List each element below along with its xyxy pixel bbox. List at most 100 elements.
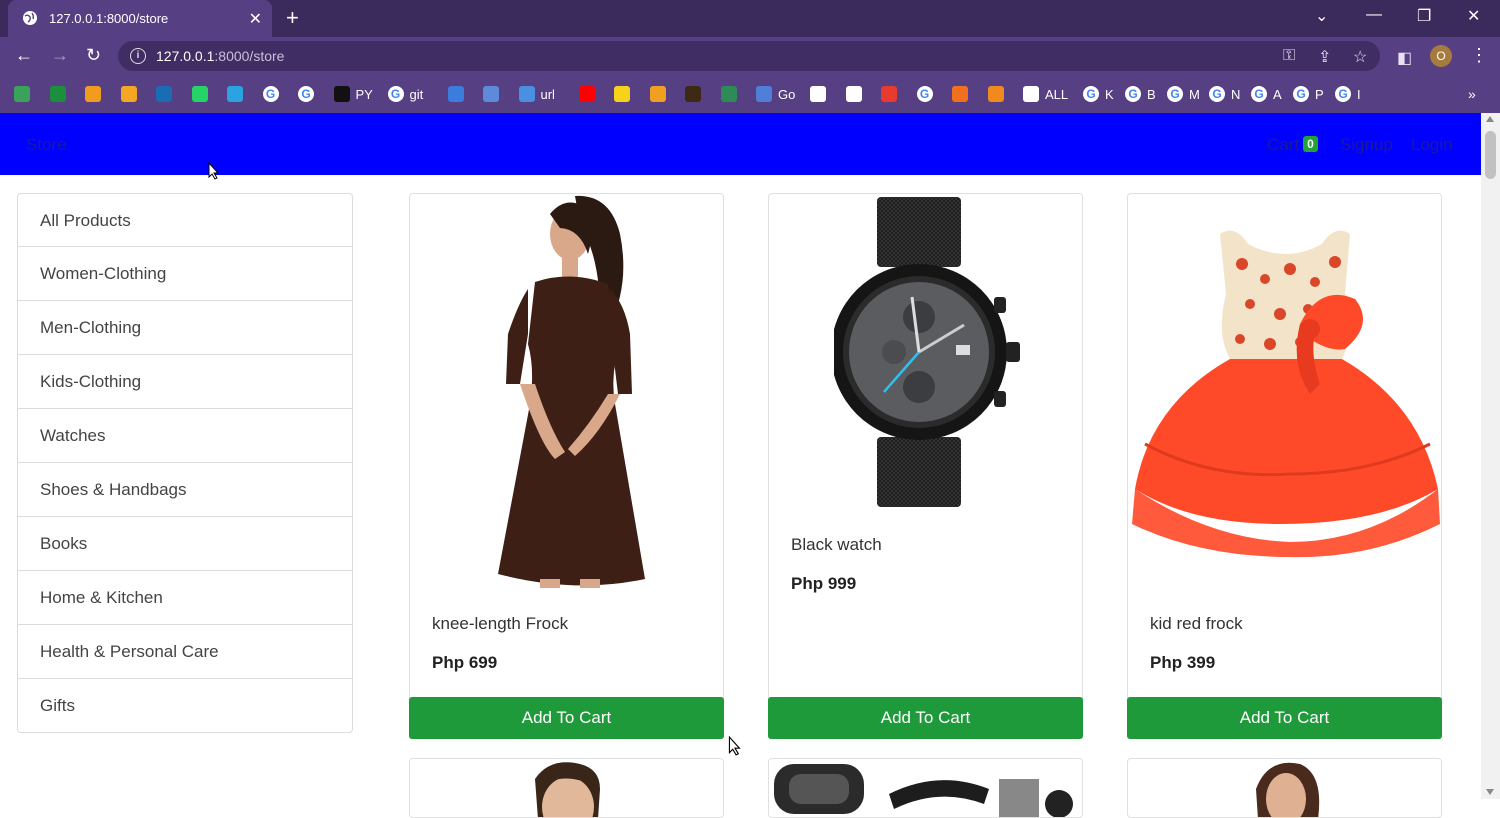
- browser-toolbar: ← → ↻ i 127.0.0.1:8000/store ⚿ ⇪ ☆ ◧ O ⋮: [0, 37, 1500, 75]
- bookmark-go[interactable]: Go: [756, 85, 795, 103]
- bookmark-plus-app[interactable]: [49, 85, 66, 103]
- bookmark-blue-doc[interactable]: [447, 85, 464, 103]
- bookmark-crown[interactable]: [685, 85, 701, 103]
- video-icon: [649, 86, 666, 102]
- bookmark-google[interactable]: G: [916, 85, 933, 103]
- bookmark-video[interactable]: [649, 85, 666, 103]
- google-icon: G: [1335, 86, 1351, 102]
- tab-search-icon[interactable]: ⌄: [1315, 6, 1328, 26]
- forward-icon[interactable]: →: [51, 45, 69, 66]
- scrollbar-thumb[interactable]: [1485, 131, 1496, 179]
- bookmark-cl[interactable]: [845, 85, 862, 103]
- bookmark-label: I: [1357, 86, 1361, 102]
- reload-icon[interactable]: ↻: [86, 45, 101, 66]
- category-item-watches[interactable]: Watches: [17, 409, 353, 463]
- more-bookmarks-icon[interactable]: »: [1468, 85, 1476, 103]
- bookmark-label: git: [409, 86, 424, 102]
- signup-link[interactable]: Signup: [1340, 135, 1393, 155]
- close-tab-icon[interactable]: ✕: [249, 9, 262, 29]
- bookmark-circle[interactable]: [720, 85, 737, 103]
- add-to-cart-button[interactable]: Add To Cart: [768, 697, 1083, 739]
- bookmark-eye[interactable]: [987, 85, 1004, 103]
- globe-icon: [1023, 86, 1039, 102]
- minimize-icon[interactable]: —: [1366, 6, 1382, 24]
- restore-icon[interactable]: ❐: [1417, 6, 1431, 26]
- bookmark-youtube[interactable]: [578, 85, 595, 103]
- category-item-health-personal-care[interactable]: Health & Personal Care: [17, 625, 353, 679]
- category-item-women-clothing[interactable]: Women-Clothing: [17, 247, 353, 301]
- side-panel-icon[interactable]: ◧: [1397, 48, 1412, 68]
- swirl-icon: [756, 86, 772, 102]
- bookmark-google[interactable]: G: [262, 85, 279, 103]
- bookmark-b[interactable]: GB: [1125, 85, 1156, 103]
- bookmark-flame[interactable]: [952, 85, 968, 103]
- new-tab-icon[interactable]: +: [286, 6, 299, 30]
- product-name[interactable]: knee-length Frock: [432, 614, 568, 634]
- bookmark-m[interactable]: GM: [1167, 85, 1200, 103]
- product-image-accessories: [774, 764, 1073, 817]
- product-name[interactable]: kid red frock: [1150, 614, 1243, 634]
- product-card: [768, 758, 1083, 818]
- login-link[interactable]: Login: [1411, 135, 1453, 155]
- bookmark-k[interactable]: GK: [1083, 85, 1114, 103]
- bookmark-a[interactable]: GA: [1251, 85, 1282, 103]
- google-icon: G: [1125, 86, 1141, 102]
- bookmark-p[interactable]: [614, 85, 630, 103]
- bookmark-star-icon[interactable]: ☆: [1353, 47, 1367, 67]
- page-scrollbar[interactable]: [1481, 113, 1500, 799]
- bookmark-all[interactable]: ALL: [1023, 85, 1068, 103]
- product-price: Php 699: [432, 653, 498, 672]
- bookmark-label: B: [1147, 86, 1156, 102]
- back-icon[interactable]: ←: [15, 45, 33, 66]
- cart-count-badge: 0: [1303, 136, 1318, 152]
- category-item-all-products[interactable]: All Products: [17, 193, 353, 247]
- bookmark-git[interactable]: Ggit: [387, 85, 424, 103]
- add-to-cart-button[interactable]: Add To Cart: [1127, 697, 1442, 739]
- product-price: Php 399: [1150, 653, 1216, 672]
- cart-link[interactable]: Cart 0: [1267, 135, 1318, 155]
- bookmark-yandex[interactable]: [881, 85, 897, 103]
- bookmark-n[interactable]: GN: [1209, 85, 1240, 103]
- bookmark-url[interactable]: url: [518, 85, 555, 103]
- bookmark-ieee[interactable]: [156, 85, 172, 103]
- google-icon: G: [298, 86, 314, 102]
- bookmark-store[interactable]: [483, 85, 499, 103]
- p-icon: [614, 86, 630, 102]
- bookmark-orange-app[interactable]: [85, 85, 101, 103]
- bookmark-i[interactable]: GI: [1335, 85, 1361, 103]
- add-to-cart-button[interactable]: Add To Cart: [409, 697, 724, 739]
- active-tab[interactable]: 127.0.0.1:8000/store ✕: [8, 0, 272, 37]
- category-item-shoes-handbags[interactable]: Shoes & Handbags: [17, 463, 353, 517]
- bookmark-bird[interactable]: [810, 85, 826, 103]
- store-page: Store Cart 0 Signup Login All Products Wo…: [0, 113, 1500, 818]
- bookmark-p[interactable]: GP: [1293, 85, 1324, 103]
- google-icon: G: [1251, 86, 1267, 102]
- bookmark-telegram[interactable]: [227, 85, 243, 103]
- google-icon: G: [387, 86, 404, 102]
- bookmark-green-app[interactable]: [14, 85, 30, 103]
- bookmark-py[interactable]: PY: [333, 85, 373, 103]
- bookmark-chart[interactable]: [120, 85, 137, 103]
- bookmark-google[interactable]: G: [298, 85, 314, 103]
- menu-icon[interactable]: ⋮: [1470, 45, 1488, 66]
- key-icon[interactable]: ⚿: [1283, 47, 1295, 65]
- bookmark-label: ALL: [1045, 86, 1069, 102]
- category-item-kids-clothing[interactable]: Kids-Clothing: [17, 355, 353, 409]
- bookmark-whatsapp[interactable]: [191, 85, 208, 103]
- telegram-icon: [227, 86, 243, 102]
- product-name[interactable]: Black watch: [791, 535, 882, 555]
- brand-link[interactable]: Store: [26, 135, 67, 155]
- category-item-home-kitchen[interactable]: Home & Kitchen: [17, 571, 353, 625]
- profile-avatar[interactable]: O: [1430, 45, 1452, 67]
- address-bar[interactable]: i 127.0.0.1:8000/store ⚿ ⇪ ☆: [118, 41, 1380, 71]
- product-image-woman: [1256, 762, 1320, 817]
- category-item-gifts[interactable]: Gifts: [17, 679, 353, 733]
- scroll-up-arrow-icon[interactable]: [1486, 116, 1494, 122]
- share-icon[interactable]: ⇪: [1318, 47, 1331, 67]
- bookmarks-bar: » G G PY Ggit url Go G ALL G K G B G M G N G A G P G I: [0, 75, 1500, 113]
- category-item-men-clothing[interactable]: Men-Clothing: [17, 301, 353, 355]
- category-item-books[interactable]: Books: [17, 517, 353, 571]
- site-info-icon[interactable]: i: [130, 48, 146, 64]
- close-window-icon[interactable]: ✕: [1467, 6, 1480, 26]
- scroll-down-arrow-icon[interactable]: [1486, 789, 1494, 795]
